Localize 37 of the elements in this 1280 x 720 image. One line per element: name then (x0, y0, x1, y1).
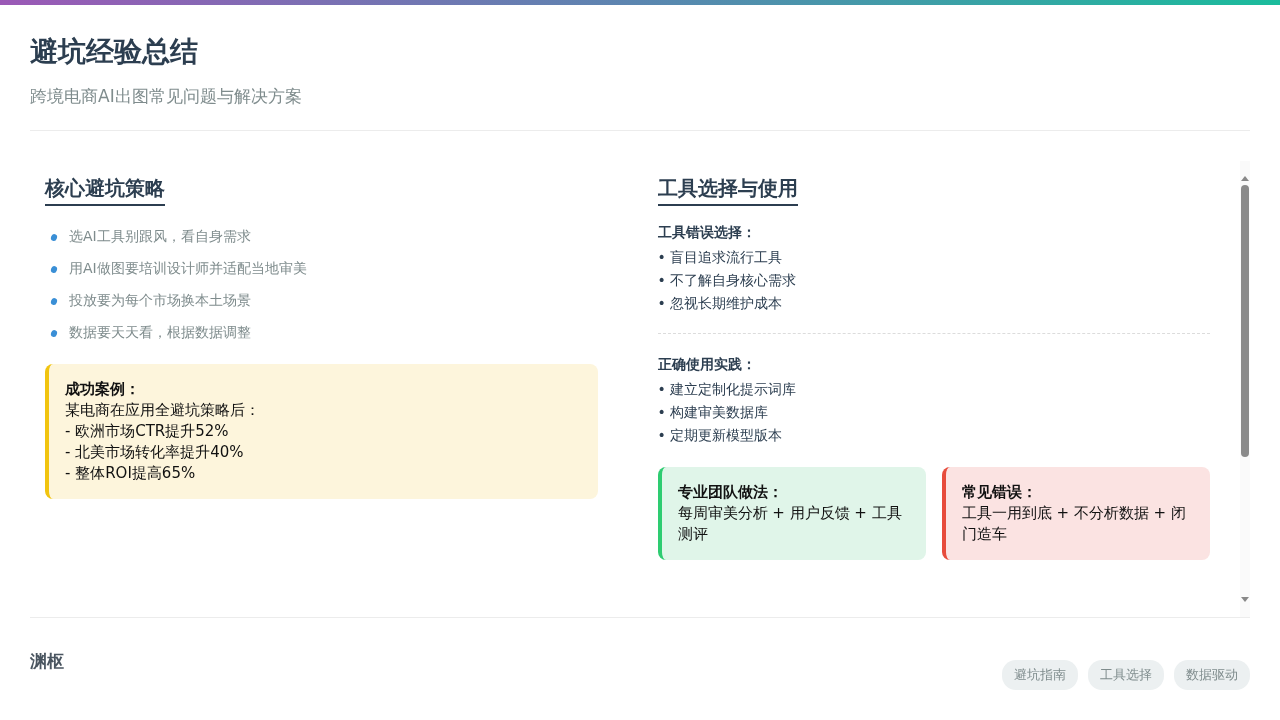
tag: 数据驱动 (1174, 660, 1250, 690)
callout-title: 专业团队做法： (677, 482, 784, 503)
bullet-icon (50, 264, 58, 274)
group-item: • 不了解自身核心需求 (657, 271, 798, 290)
scrollbar-thumb[interactable] (1241, 185, 1249, 457)
group-title: 工具错误选择： (657, 224, 757, 242)
callout-line: - 整体ROI提高65% (65, 463, 197, 484)
section-heading: 核心避坑策略 (45, 175, 165, 206)
bullet-icon (50, 296, 58, 306)
group-item: • 构建审美数据库 (657, 403, 770, 422)
bullet-icon (50, 328, 58, 338)
group-item: • 忽视长期维护成本 (657, 294, 784, 313)
bullet-icon (50, 232, 58, 242)
group-item: • 建立定制化提示词库 (657, 380, 798, 399)
callout-title: 常见错误： (961, 482, 1038, 503)
group-title: 正确使用实践： (657, 356, 757, 374)
brand-name: 渊枢 (30, 650, 64, 673)
callout-title: 成功案例： (65, 379, 141, 400)
scrollbar[interactable] (1240, 161, 1250, 617)
strategy-item: 用AI做图要培训设计师并适配当地审美 (69, 260, 307, 278)
callout-text: 每周审美分析 + 用户反馈 + 工具测评 (677, 503, 903, 545)
callout-text: 工具一用到底 + 不分析数据 + 闭门造车 (961, 503, 1187, 545)
strategy-item: 投放要为每个市场换本土场景 (69, 292, 251, 310)
callout-line: - 北美市场转化率提升40% (65, 442, 245, 463)
callout-line: 某电商在应用全避坑策略后： (65, 400, 261, 421)
tag: 工具选择 (1088, 660, 1164, 690)
section-heading: 工具选择与使用 (657, 175, 798, 206)
group-item: • 盲目追求流行工具 (657, 248, 784, 267)
strategy-item: 选AI工具别跟风，看自身需求 (69, 228, 251, 246)
scroll-up-icon[interactable] (1241, 175, 1249, 181)
scroll-down-icon[interactable] (1241, 597, 1249, 603)
page-subtitle: 跨境电商AI出图常见问题与解决方案 (30, 85, 303, 108)
group-item: • 定期更新模型版本 (657, 426, 784, 445)
page-title: 避坑经验总结 (30, 34, 199, 70)
strategy-item: 数据要天天看，根据数据调整 (69, 324, 251, 342)
tag: 避坑指南 (1002, 660, 1078, 690)
callout-line: - 欧洲市场CTR提升52% (65, 421, 230, 442)
